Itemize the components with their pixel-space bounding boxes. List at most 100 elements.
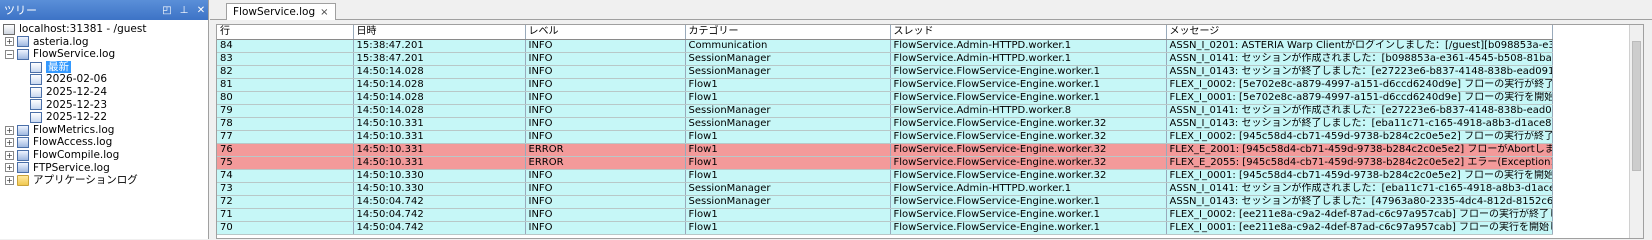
log-viewer-window: ツリー ◰ ⊥ ✕ localhost:31381 - /guest + ast…: [0, 0, 1652, 239]
column-header-datetime[interactable]: 日時: [353, 25, 526, 40]
tree-node-date[interactable]: 2025-12-24: [0, 86, 208, 99]
cell-datetime: 14:50:04.742: [353, 208, 526, 222]
tree-node-latest[interactable]: 最新: [0, 60, 208, 74]
log-date-icon: [30, 99, 42, 111]
cell-thread: FlowService.FlowService-Engine.worker.1: [890, 91, 1167, 105]
pin-icon[interactable]: ⊥: [177, 3, 191, 17]
column-header-thread[interactable]: スレッド: [890, 25, 1167, 40]
float-icon[interactable]: ◰: [160, 3, 174, 17]
cell-category: Flow1: [685, 169, 891, 183]
cell-datetime: 14:50:10.330: [353, 169, 526, 183]
table-row[interactable]: 84 15:38:47.201 INFO Communication FlowServi…: [217, 39, 1553, 53]
cell-datetime: 14:50:14.028: [353, 104, 526, 118]
cell-datetime: 14:50:10.330: [353, 182, 526, 196]
vertical-scrollbar[interactable]: [1629, 25, 1643, 238]
table-row[interactable]: 80 14:50:14.028 INFO Flow1 FlowService.FlowS…: [217, 91, 1553, 105]
tree-node-application-logs[interactable]: + アプリケーションログ: [0, 174, 208, 187]
column-header-message[interactable]: メッセージ: [1166, 25, 1553, 40]
cell-category: Flow1: [685, 208, 891, 222]
column-header-line[interactable]: 行: [217, 25, 354, 40]
cell-thread: FlowService.FlowService-Engine.worker.1: [890, 208, 1167, 222]
column-header-level[interactable]: レベル: [525, 25, 686, 40]
tree-node-server[interactable]: localhost:31381 - /guest: [0, 23, 208, 36]
cell-level: INFO: [525, 104, 686, 118]
cell-level: INFO: [525, 78, 686, 92]
cell-datetime: 14:50:10.331: [353, 156, 526, 170]
collapse-icon[interactable]: −: [5, 49, 14, 59]
cell-message: FLEX_E_2001: [945c58d4-cb71-459d-9738-b2…: [1166, 143, 1553, 157]
log-table-container: 行 日時 レベル カテゴリー スレッド メッセージ 84 15:38:47.201…: [216, 24, 1644, 239]
cell-line: 84: [217, 39, 354, 53]
table-row[interactable]: 79 14:50:14.028 INFO SessionManager FlowServ…: [217, 104, 1553, 118]
cell-line: 80: [217, 91, 354, 105]
table-row[interactable]: 81 14:50:14.028 INFO Flow1 FlowService.FlowS…: [217, 78, 1553, 92]
tree-node-label: FlowService.log: [33, 48, 116, 61]
tree-node-label: 2025-12-23: [46, 98, 108, 111]
log-date-icon: [30, 61, 42, 73]
tree-node-date[interactable]: 2026-02-06: [0, 73, 208, 86]
table-row[interactable]: 78 14:50:10.331 INFO SessionManager FlowServ…: [217, 117, 1553, 131]
cell-category: Flow1: [685, 156, 891, 170]
table-row[interactable]: 74 14:50:10.330 INFO Flow1 FlowService.FlowS…: [217, 169, 1553, 183]
tree-node-asteria-log[interactable]: + asteria.log: [0, 36, 208, 49]
log-date-icon: [30, 111, 42, 123]
table-row[interactable]: 77 14:50:10.331 INFO Flow1 FlowService.FlowS…: [217, 130, 1553, 144]
log-file-icon: [17, 137, 29, 149]
close-icon[interactable]: ✕: [194, 3, 208, 17]
log-file-icon: [17, 149, 29, 161]
log-file-icon: [17, 124, 29, 136]
log-file-icon: [17, 162, 29, 174]
cell-level: INFO: [525, 221, 686, 235]
expand-icon[interactable]: +: [5, 163, 14, 173]
cell-category: SessionManager: [685, 65, 891, 79]
expand-icon[interactable]: +: [5, 138, 14, 148]
cell-category: Communication: [685, 39, 891, 53]
cell-thread: FlowService.FlowService-Engine.worker.32: [890, 130, 1167, 144]
cell-category: SessionManager: [685, 52, 891, 66]
expand-icon[interactable]: +: [5, 150, 14, 160]
tab-flowservice-log[interactable]: FlowService.log ×: [226, 3, 336, 20]
cell-datetime: 14:50:04.742: [353, 195, 526, 209]
tab-bar: FlowService.log ×: [210, 0, 1652, 20]
table-row[interactable]: 83 15:38:47.201 INFO SessionManager FlowServ…: [217, 52, 1553, 66]
cell-line: 77: [217, 130, 354, 144]
column-header-category[interactable]: カテゴリー: [685, 25, 891, 40]
cell-thread: FlowService.FlowService-Engine.worker.32: [890, 143, 1167, 157]
tree-node-label: localhost:31381 - /guest: [19, 23, 147, 35]
table-row[interactable]: 70 14:50:04.742 INFO Flow1 FlowService.FlowS…: [217, 221, 1553, 235]
tree-node-flowaccess-log[interactable]: + FlowAccess.log: [0, 136, 208, 149]
scrollbar-thumb[interactable]: [1632, 41, 1641, 171]
table-row[interactable]: 75 14:50:10.331 ERROR Flow1 FlowService.Flow…: [217, 156, 1553, 170]
tab-close-icon[interactable]: ×: [320, 7, 328, 18]
tree-node-flowmetrics-log[interactable]: + FlowMetrics.log: [0, 124, 208, 137]
cell-line: 75: [217, 156, 354, 170]
cell-level: INFO: [525, 169, 686, 183]
cell-thread: FlowService.FlowService-Engine.worker.32: [890, 169, 1167, 183]
cell-level: INFO: [525, 91, 686, 105]
cell-message: ASSN_I_0201: ASTERIA Warp Clientがログインしまし…: [1166, 39, 1553, 53]
table-row[interactable]: 82 14:50:14.028 INFO SessionManager FlowServ…: [217, 65, 1553, 79]
cell-line: 73: [217, 182, 354, 196]
cell-thread: FlowService.FlowService-Engine.worker.1: [890, 195, 1167, 209]
cell-datetime: 14:50:10.331: [353, 143, 526, 157]
table-row[interactable]: 71 14:50:04.742 INFO Flow1 FlowService.FlowS…: [217, 208, 1553, 222]
expand-icon[interactable]: +: [5, 125, 14, 135]
cell-datetime: 14:50:14.028: [353, 91, 526, 105]
table-row[interactable]: 73 14:50:10.330 INFO SessionManager FlowServ…: [217, 182, 1553, 196]
table-row[interactable]: 76 14:50:10.331 ERROR Flow1 FlowService.Flow…: [217, 143, 1553, 157]
tree-node-label: 2026-02-06: [46, 73, 108, 86]
tree-node-date[interactable]: 2025-12-22: [0, 111, 208, 124]
tree-node-ftpservice-log[interactable]: + FTPService.log: [0, 162, 208, 175]
tree-node-flowservice-log[interactable]: − FlowService.log: [0, 48, 208, 61]
table-row[interactable]: 72 14:50:04.742 INFO SessionManager FlowServ…: [217, 195, 1553, 209]
cell-level: ERROR: [525, 156, 686, 170]
tree-node-flowcompile-log[interactable]: + FlowCompile.log: [0, 149, 208, 162]
cell-line: 74: [217, 169, 354, 183]
cell-message: FLEX_I_0001: [5e702e8c-a879-4997-a151-d6…: [1166, 91, 1553, 105]
cell-datetime: 14:50:04.742: [353, 221, 526, 235]
cell-line: 82: [217, 65, 354, 79]
log-date-icon: [30, 86, 42, 98]
expand-icon[interactable]: +: [5, 37, 14, 47]
expand-icon[interactable]: +: [5, 175, 14, 185]
tree-node-date[interactable]: 2025-12-23: [0, 99, 208, 112]
